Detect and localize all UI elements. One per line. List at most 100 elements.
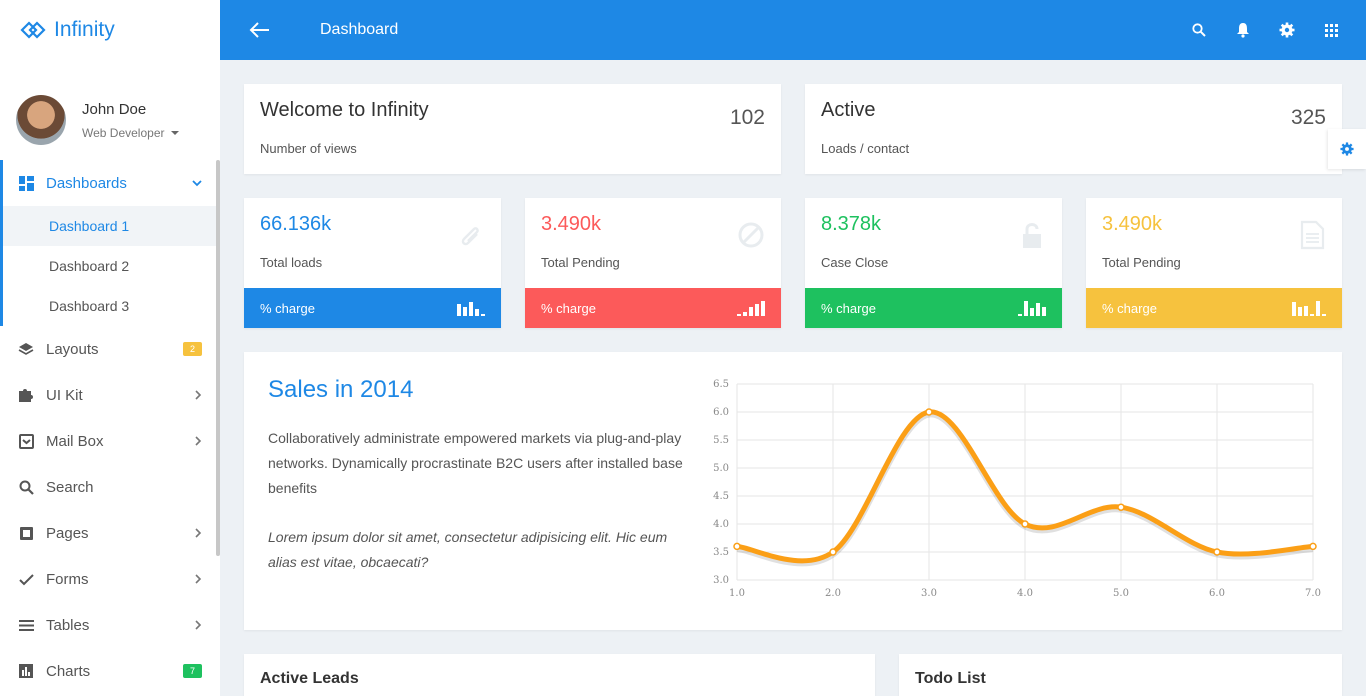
sidebar-item-ui-kit[interactable]: UI Kit	[0, 372, 216, 418]
x-tick-label: 1.0	[729, 588, 745, 599]
sidebar-item-pages[interactable]: Pages	[0, 510, 216, 556]
sidebar-item-mail-box[interactable]: Mail Box	[0, 418, 216, 464]
data-point	[1117, 503, 1125, 511]
active-card: Active Loads / contact 325	[805, 84, 1342, 174]
welcome-card: Welcome to Infinity Number of views 102	[244, 84, 781, 174]
stat-value: 66.136k	[260, 213, 332, 235]
dashboard-icon	[18, 175, 34, 191]
layouts-count-badge: 2	[182, 342, 202, 356]
sales-lorem: Lorem ipsum dolor sit amet, consectetur …	[268, 529, 668, 570]
charge-label: % charge	[821, 300, 876, 316]
views-count: 102	[729, 106, 765, 129]
gear-icon	[1340, 142, 1354, 156]
sidebar-item-label: Mail Box	[46, 432, 104, 450]
y-tick-label: 4.0	[713, 519, 729, 530]
mini-bar-chart-icon	[737, 300, 765, 316]
mini-bar-chart-icon	[1018, 300, 1046, 316]
notification-bell-icon[interactable]	[1234, 21, 1252, 39]
active-count: 325	[1290, 106, 1326, 129]
y-tick-label: 3.0	[713, 575, 729, 586]
data-point	[1021, 520, 1029, 528]
charge-label: % charge	[1102, 300, 1157, 316]
todo-list-panel: Todo List	[899, 654, 1342, 696]
active-leads-title: Active Leads	[260, 670, 359, 687]
y-tick-label: 5.0	[713, 463, 729, 474]
stat-label: Case Close	[821, 255, 889, 270]
todo-list-title: Todo List	[915, 670, 986, 687]
stat-value: 8.378k	[821, 213, 882, 235]
sidebar-item-forms[interactable]: Forms	[0, 556, 216, 602]
apps-grid-icon[interactable]	[1322, 21, 1340, 39]
topbar: Dashboard	[220, 0, 1366, 60]
search-icon[interactable]	[1190, 21, 1208, 39]
user-role-dropdown[interactable]: Web Developer	[82, 126, 179, 140]
user-role: Web Developer	[82, 125, 165, 140]
x-tick-label: 3.0	[921, 588, 937, 599]
sidebar-subitem-dashboard-2[interactable]: Dashboard 2	[3, 246, 216, 286]
x-tick-label: 6.0	[1209, 588, 1225, 599]
data-point	[1309, 542, 1317, 551]
sidebar-scrollbar[interactable]	[216, 160, 220, 556]
data-point	[925, 408, 933, 416]
charts-count-badge: 7	[182, 664, 202, 678]
sidebar-item-label: Layouts	[46, 340, 99, 358]
sidebar-item-charts[interactable]: Charts 7	[0, 648, 216, 694]
stat-charge-bar: % charge	[525, 288, 781, 328]
user-profile[interactable]: John Doe Web Developer	[0, 60, 220, 160]
brand-name: Infinity	[54, 18, 115, 41]
mini-bar-chart-icon	[1292, 300, 1326, 316]
charge-label: % charge	[541, 300, 596, 316]
sidebar: Infinity John Doe Web Developer Dashboar…	[0, 0, 220, 696]
y-tick-label: 4.5	[713, 491, 729, 502]
stat-value: 3.490k	[1102, 213, 1163, 235]
bar-chart-icon	[18, 663, 34, 679]
sidebar-subitem-dashboard-1[interactable]: Dashboard 1	[3, 206, 216, 246]
x-tick-label: 5.0	[1113, 588, 1129, 599]
unlock-icon	[1023, 223, 1041, 248]
data-point	[829, 548, 837, 556]
inbox-icon	[18, 433, 34, 449]
caret-down-icon	[170, 130, 179, 135]
stat-value: 3.490k	[541, 213, 602, 235]
sidebar-item-tables[interactable]: Tables	[0, 602, 216, 648]
active-title: Active	[821, 99, 876, 121]
chevron-right-icon	[194, 387, 202, 403]
pages-icon	[18, 525, 34, 541]
sidebar-item-label: Search	[46, 478, 94, 496]
stat-card-total-loads: 66.136k Total loads % charge	[244, 198, 501, 328]
chevron-right-icon	[194, 571, 202, 587]
charge-label: % charge	[260, 300, 315, 316]
sidebar-item-dashboards[interactable]: Dashboards	[0, 160, 216, 206]
chevron-right-icon	[194, 617, 202, 633]
settings-gear-icon[interactable]	[1278, 21, 1296, 39]
sidebar-subitem-dashboard-3[interactable]: Dashboard 3	[3, 286, 216, 326]
sales-line-chart: 3.0 3.5 4.0 4.5 5.0 5.5 6.0 6.5 1.0 2.0 3.0 4.0 5.0 6…	[713, 379, 1321, 599]
mini-bar-chart-icon	[457, 300, 485, 316]
sidebar-item-label: Charts	[46, 662, 91, 680]
stat-card-total-pending: 3.490k Total Pending % charge	[525, 198, 781, 328]
stat-card-case-close: 8.378k Case Close % charge	[805, 198, 1062, 328]
check-icon	[18, 571, 34, 587]
sidebar-menu: Dashboards Dashboard 1 Dashboard 2 Dashb…	[0, 160, 216, 694]
sidebar-item-layouts[interactable]: Layouts 2	[0, 326, 216, 372]
sidebar-item-label: Forms	[46, 570, 89, 588]
sidebar-item-label: Dashboards	[46, 174, 127, 192]
avatar[interactable]	[16, 95, 66, 145]
list-icon	[18, 617, 34, 633]
data-point	[1213, 548, 1221, 556]
sidebar-item-search[interactable]: Search	[0, 464, 216, 510]
y-tick-label: 5.5	[713, 435, 729, 446]
active-subtitle: Loads / contact	[821, 141, 910, 156]
stat-label: Total Pending	[541, 255, 620, 270]
x-tick-label: 2.0	[825, 588, 841, 599]
sales-description: Collaboratively administrate empowered m…	[268, 430, 683, 496]
back-arrow-icon[interactable]	[248, 21, 270, 39]
settings-toggle-tab[interactable]	[1328, 129, 1366, 169]
y-tick-label: 6.0	[713, 407, 729, 418]
y-tick-label: 3.5	[713, 547, 729, 558]
welcome-title: Welcome to Infinity	[260, 99, 429, 121]
chevron-right-icon	[194, 525, 202, 541]
brand-logo[interactable]: Infinity	[0, 0, 220, 60]
chevron-down-icon	[192, 175, 202, 191]
stat-charge-bar: % charge	[244, 288, 501, 328]
